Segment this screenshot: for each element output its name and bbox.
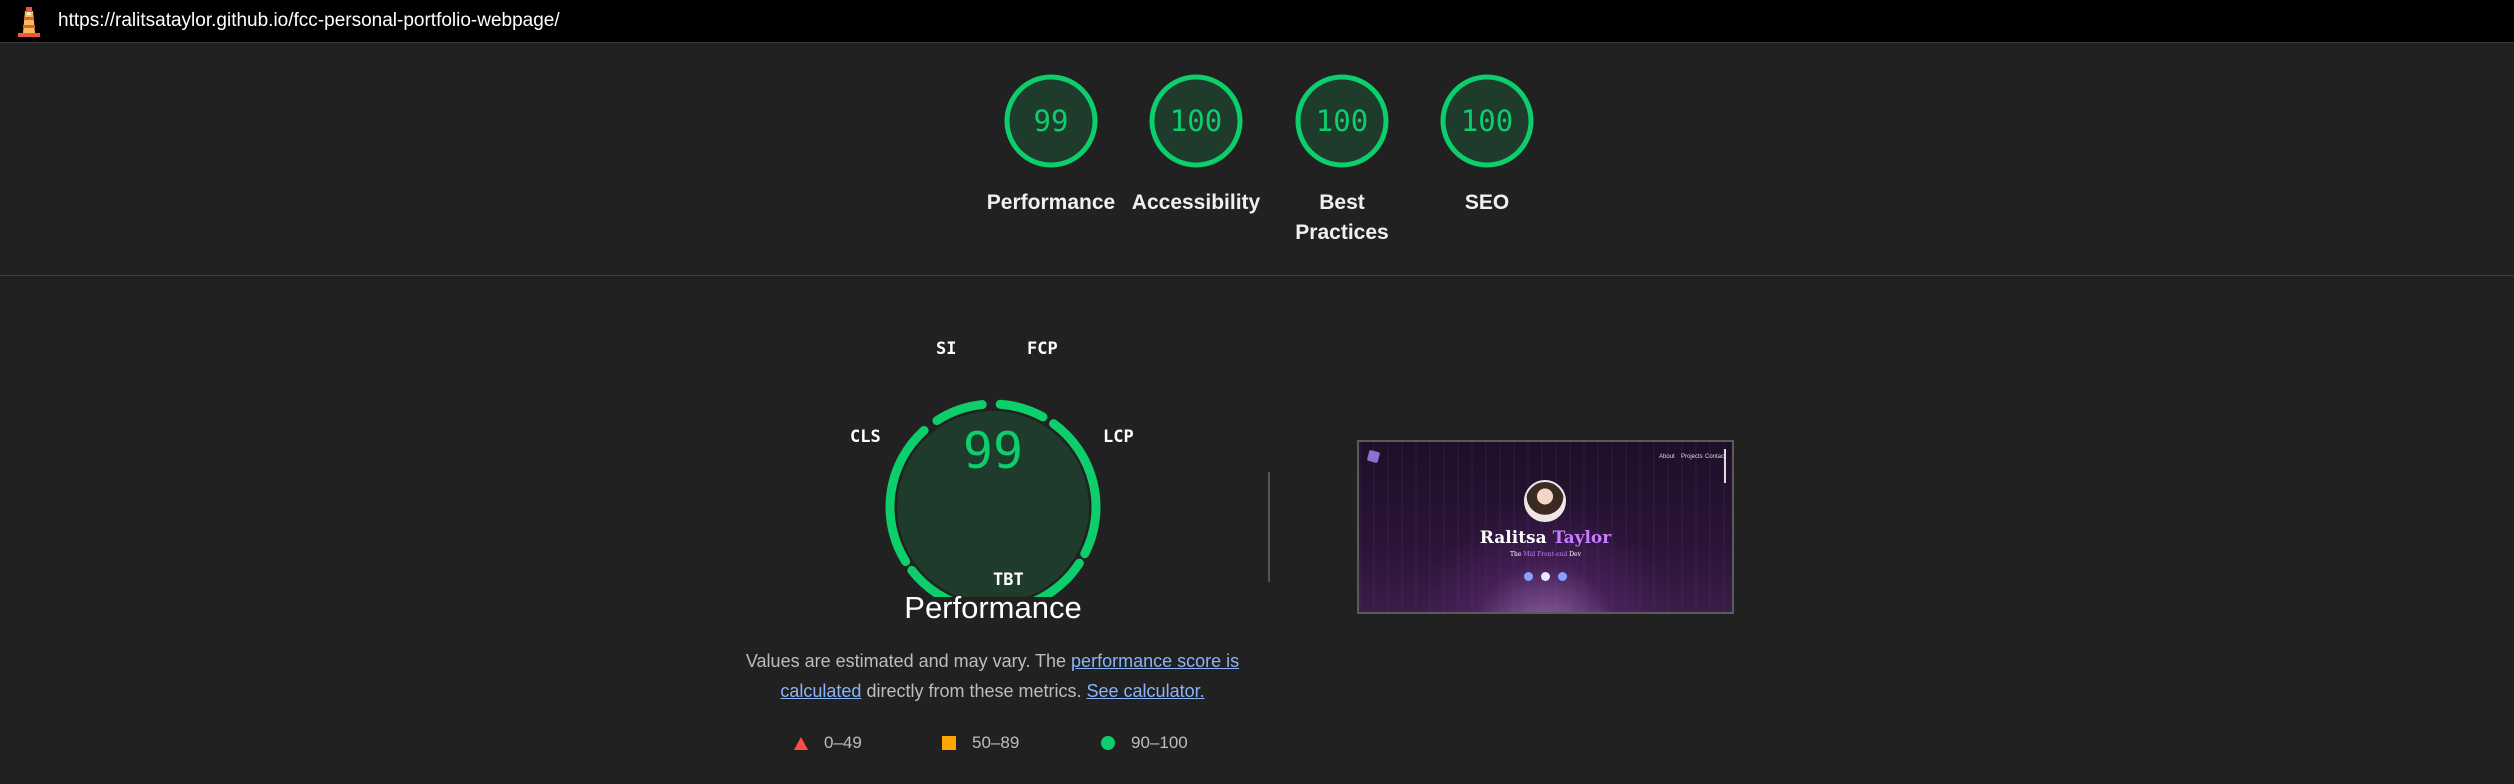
gauge-score: 100	[1460, 104, 1514, 138]
red-triangle-icon	[794, 736, 808, 750]
legend-pass: 90–100	[1101, 733, 1188, 753]
thumbnail-background	[1359, 442, 1732, 612]
category-scores: 99 Performance 100 Accessibility 100 Bes…	[0, 44, 2514, 276]
thumb-social-icon	[1524, 572, 1533, 581]
performance-description: Values are estimated and may vary. The p…	[745, 651, 1240, 701]
gauge-label: SEO	[1464, 191, 1510, 214]
legend-average: 50–89	[942, 733, 1019, 753]
score-legend: 0–49 50–89 90–100	[790, 733, 1210, 763]
performance-score: 99	[962, 422, 1024, 480]
page-url[interactable]: https://ralitsataylor.github.io/fcc-pers…	[58, 10, 560, 32]
thumb-hero-name: Ralitsa Taylor	[1479, 528, 1612, 548]
metric-label-lcp[interactable]: LCP	[1103, 427, 1134, 447]
see-calculator-link[interactable]: See calculator.	[1087, 681, 1205, 701]
thumb-nav-projects: Projects	[1681, 454, 1703, 460]
metric-label-cls[interactable]: CLS	[850, 427, 881, 447]
green-circle-icon	[1101, 736, 1115, 750]
avatar	[1524, 480, 1566, 522]
performance-title: Performance	[904, 590, 1082, 625]
thumb-nav-about: About	[1659, 454, 1675, 460]
section-divider	[1268, 472, 1270, 582]
metric-label-si[interactable]: SI	[936, 339, 956, 359]
thumb-nav-contact: Contact	[1705, 454, 1726, 460]
thumb-social-icon	[1541, 572, 1550, 581]
metric-label-fcp[interactable]: FCP	[1027, 339, 1058, 359]
thumb-hero-tagline: The Mid Front-end Dev	[1509, 551, 1582, 558]
lighthouse-icon	[18, 7, 40, 37]
url-bar: https://ralitsataylor.github.io/fcc-pers…	[0, 0, 2514, 43]
legend-fail: 0–49	[794, 733, 862, 753]
metric-label-tbt[interactable]: TBT	[993, 570, 1024, 590]
thumb-scrollbar	[1724, 449, 1726, 483]
gauge-seo[interactable]: 100 SEO	[1397, 72, 1577, 218]
final-screenshot-thumbnail[interactable]: About Projects Contact Ralitsa Taylor Th…	[1357, 440, 1734, 614]
performance-section: SI FCP LCP TBT CLS 99 Performance Values…	[0, 277, 2514, 784]
thumb-social-icon	[1558, 572, 1567, 581]
orange-square-icon	[942, 736, 956, 750]
